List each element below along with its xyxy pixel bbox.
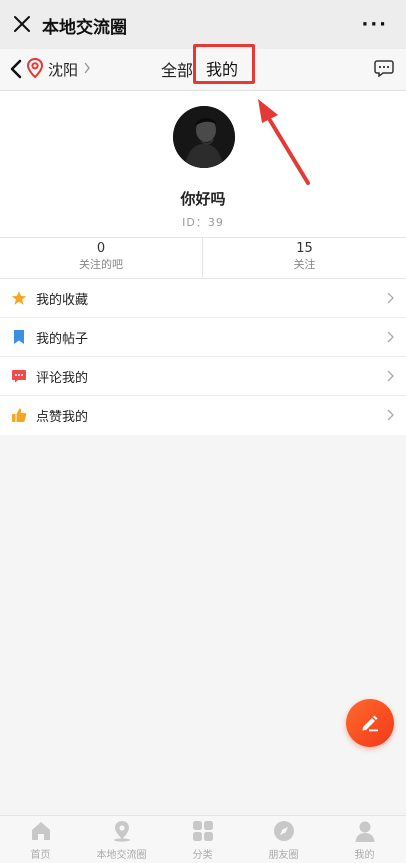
compose-post-button[interactable]	[346, 699, 394, 747]
menu-item-my-posts[interactable]: 我的帖子	[0, 318, 406, 357]
chevron-right-icon	[84, 62, 90, 74]
bottom-nav-label: 首页	[30, 850, 51, 861]
location-pin-icon[interactable]	[25, 57, 45, 79]
bottom-nav-label: 分类	[192, 850, 213, 861]
nav-bar: 沈阳 全部 我的	[0, 44, 406, 91]
stat-value: 15	[296, 241, 313, 256]
profile-menu: 我的收藏 我的帖子 评论我的 点赞我的	[0, 279, 406, 435]
pencil-icon	[362, 715, 378, 732]
chevron-right-icon	[387, 292, 394, 304]
location-icon	[114, 821, 130, 842]
window-title: 本地交流圈	[42, 18, 127, 38]
bookmark-icon	[14, 330, 24, 344]
bottom-nav-local-circle[interactable]: 本地交流圈	[81, 816, 162, 863]
avatar[interactable]	[173, 106, 235, 168]
stat-following[interactable]: 15 关注	[203, 238, 406, 280]
star-icon	[11, 291, 27, 305]
stat-label: 关注	[293, 258, 316, 271]
stat-value: 0	[96, 241, 106, 256]
chevron-right-icon	[387, 331, 394, 343]
user-icon	[355, 821, 375, 842]
profile-card: 你好吗 ID：39	[0, 91, 406, 237]
stat-label: 关注的吧	[79, 258, 123, 271]
comment-icon	[12, 370, 26, 383]
menu-item-favorites[interactable]: 我的收藏	[0, 279, 406, 318]
stat-followed-bars[interactable]: 0 关注的吧	[0, 238, 203, 280]
bottom-nav-home[interactable]: 首页	[0, 816, 81, 863]
close-icon[interactable]	[10, 12, 34, 36]
grid-icon	[193, 821, 213, 841]
bottom-nav-category[interactable]: 分类	[162, 816, 243, 863]
thumbs-up-icon	[12, 408, 27, 422]
home-icon	[32, 822, 50, 840]
bottom-nav-label: 本地交流圈	[96, 850, 147, 861]
annotation-highlight-box	[193, 44, 255, 84]
tab-all[interactable]: 全部	[161, 57, 193, 81]
chevron-right-icon	[387, 370, 394, 382]
bottom-nav-mine[interactable]: 我的	[324, 816, 405, 863]
city-selector[interactable]: 沈阳	[48, 59, 78, 80]
user-nickname: 你好吗	[180, 190, 226, 208]
bottom-nav-label: 朋友圈	[268, 850, 299, 861]
user-id: ID：39	[182, 216, 224, 229]
bottom-nav: 首页 本地交流圈 分类 朋友圈 我的	[0, 815, 406, 863]
menu-item-label: 我的收藏	[36, 293, 89, 308]
menu-item-label: 评论我的	[36, 371, 89, 386]
menu-item-label: 点赞我的	[36, 410, 89, 425]
menu-item-label: 我的帖子	[36, 332, 89, 347]
more-menu-button[interactable]: ···	[361, 14, 388, 35]
message-icon[interactable]	[374, 59, 394, 77]
menu-item-comments[interactable]: 评论我的	[0, 357, 406, 396]
compass-icon	[274, 821, 294, 841]
menu-item-likes[interactable]: 点赞我的	[0, 396, 406, 435]
stats-bar: 0 关注的吧 15 关注	[0, 237, 406, 280]
chevron-right-icon	[387, 409, 394, 421]
bottom-nav-label: 我的	[354, 850, 375, 861]
annotation-arrow	[258, 99, 310, 185]
window-titlebar: 本地交流圈 ···	[0, 0, 406, 49]
bottom-nav-moments[interactable]: 朋友圈	[243, 816, 324, 863]
back-arrow-icon[interactable]	[8, 58, 24, 80]
